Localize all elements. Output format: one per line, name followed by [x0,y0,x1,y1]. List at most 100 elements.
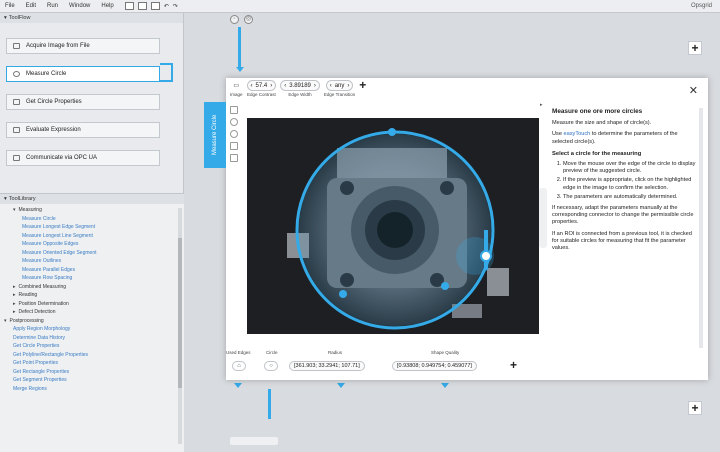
expander-icon[interactable]: ▸ [13,309,16,315]
tree-item[interactable]: ▸ Defect Detection [0,308,184,317]
menu-file[interactable]: File [5,3,15,9]
help-intro: Measure the size and shape of circle(s). [552,120,652,127]
save-icon[interactable] [150,2,160,10]
expander-icon[interactable]: ▾ [13,207,16,213]
expander-icon[interactable]: ▸ [13,301,16,307]
tree-item[interactable]: Merge Regions [0,385,184,394]
undo-icon[interactable]: ↶ [164,3,169,10]
expander-icon[interactable]: ▸ [13,292,16,298]
tree-item[interactable]: Measure Row Spacing [0,274,184,283]
pin-icon[interactable]: ◦ [230,15,239,24]
target-icon[interactable]: ◎ [244,15,253,24]
step-communicate-opc-ua[interactable]: Communicate via OPC UA [6,150,160,166]
shape-quality-value[interactable]: [0.93808; 0.949754; 0.459077] [392,361,477,371]
edge-contrast-param[interactable]: ‹ 57.4 › Edge Contrast [246,80,277,97]
collapse-icon[interactable]: ▾ [4,196,7,202]
redo-icon[interactable]: ↷ [173,3,178,10]
shape-quality-label: Shape Quality [431,350,460,355]
chevron-right-icon[interactable]: › [270,83,272,89]
tree-item[interactable]: Get Polyline/Rectangle Properties [0,351,184,360]
circle-output-icon[interactable]: ○ [264,361,278,371]
add-output-icon[interactable]: + [510,358,517,372]
tree-item[interactable]: Measure Longest Edge Segment [0,223,184,232]
step-get-circle-properties[interactable]: Get Circle Properties [6,94,160,110]
close-icon[interactable]: ✕ [689,84,698,97]
pan-icon[interactable] [230,142,238,150]
chevron-left-icon[interactable]: ‹ [251,83,253,89]
help-steps: Move the mouse over the edge of the circ… [552,161,698,201]
tree-item[interactable]: Measure Circle [0,215,184,224]
used-edges-icon[interactable]: ⌂ [232,361,246,371]
minimap[interactable] [230,437,278,445]
tree-item[interactable]: ▸ Combined Measuring [0,283,184,292]
help-scrollbar[interactable] [699,108,703,348]
view-toolbar [230,106,242,166]
easytouch-link[interactable]: easyTouch [564,131,591,137]
step-acquire-image[interactable]: Acquire Image from File [6,38,160,54]
image-viewer[interactable] [247,118,539,334]
tree-item[interactable]: ▾ Measuring [0,206,184,215]
scroll-thumb[interactable] [178,238,182,388]
tree-item[interactable]: Get Point Properties [0,359,184,368]
step-measure-circle[interactable]: Measure Circle [6,66,160,82]
zoom-out-icon[interactable] [230,130,238,138]
tree-item[interactable]: ▾ Postprocessing [0,317,184,326]
chevron-right-icon[interactable]: › [314,83,316,89]
output-arrow-1 [234,383,242,388]
step-evaluate-expression[interactable]: Evaluate Expression [6,122,160,138]
panel-resizer[interactable] [539,188,547,248]
expression-icon [13,127,20,133]
tree-item-label: Measure Longest Line Segment [22,232,93,239]
tree-item[interactable]: Get Rectangle Properties [0,368,184,377]
circle-icon [13,71,20,77]
network-icon [13,155,20,161]
new-file-icon[interactable] [124,2,134,10]
menu-edit[interactable]: Edit [26,3,36,9]
tree-item[interactable]: Measure Outlines [0,257,184,266]
chevron-right-icon[interactable]: › [347,83,349,89]
menu-help[interactable]: Help [101,3,113,9]
zoom-in-icon[interactable] [230,118,238,126]
tree-item[interactable]: ▸ Position Determination [0,300,184,309]
tree-item[interactable]: Get Circle Properties [0,342,184,351]
circle-label: Circle [266,350,278,355]
edge-width-param[interactable]: ‹ 3.89189 › Edge Width [280,80,320,97]
menu-window[interactable]: Window [69,3,90,9]
help-step: Move the mouse over the edge of the circ… [563,161,698,175]
tree-item[interactable]: Measure Oriented Edge Segment [0,249,184,258]
output-arrow-2 [337,383,345,388]
chevron-left-icon[interactable]: ‹ [284,83,286,89]
collapse-help-icon[interactable]: ▸ [540,102,543,108]
tree-item[interactable]: Apply Region Morphology [0,325,184,334]
add-parameter-icon[interactable]: + [359,79,366,91]
edge-transition-param[interactable]: ‹ any › Edge Transition [324,80,355,97]
properties-icon [13,99,20,105]
tree-item-label: Get Rectangle Properties [13,368,70,375]
chevron-left-icon[interactable]: ‹ [330,83,332,89]
add-step-button-top[interactable]: + [688,41,702,55]
open-file-icon[interactable] [137,2,147,10]
help-step: If the preview is appropriate, click on … [563,177,698,191]
tree-item[interactable]: ▸ Reading [0,291,184,300]
tree-item[interactable]: Measure Longest Line Segment [0,232,184,241]
tree-item-label: Measure Longest Edge Segment [22,224,96,231]
tree-item[interactable]: Measure Parallel Edges [0,266,184,275]
flow-line-top [238,27,241,67]
radius-value[interactable]: [361.903; 33.2941; 107.71] [289,361,365,371]
tree-item[interactable]: Determine Data History [0,334,184,343]
tree-item[interactable]: Measure Opposite Edges [0,240,184,249]
menu-run[interactable]: Run [47,3,58,9]
tool-side-tab[interactable]: Measure Circle [204,102,226,168]
toollib-scrollbar[interactable] [178,208,182,444]
fit-view-icon[interactable] [230,106,238,114]
add-step-button-bottom[interactable]: + [688,401,702,415]
toollib-header: ▾ ToolLibrary [0,194,184,204]
tool-tree: ▾ Measuring Measure Circle Measure Longest … [0,204,184,395]
expander-icon[interactable]: ▾ [4,318,7,324]
tree-item-label: Get Circle Properties [13,343,60,350]
tree-item[interactable]: Get Segment Properties [0,376,184,385]
roi-icon[interactable] [230,154,238,162]
expander-icon[interactable]: ▸ [13,284,16,290]
collapse-icon[interactable]: ▾ [4,15,7,21]
image-input[interactable]: ▭ Image [230,80,243,97]
